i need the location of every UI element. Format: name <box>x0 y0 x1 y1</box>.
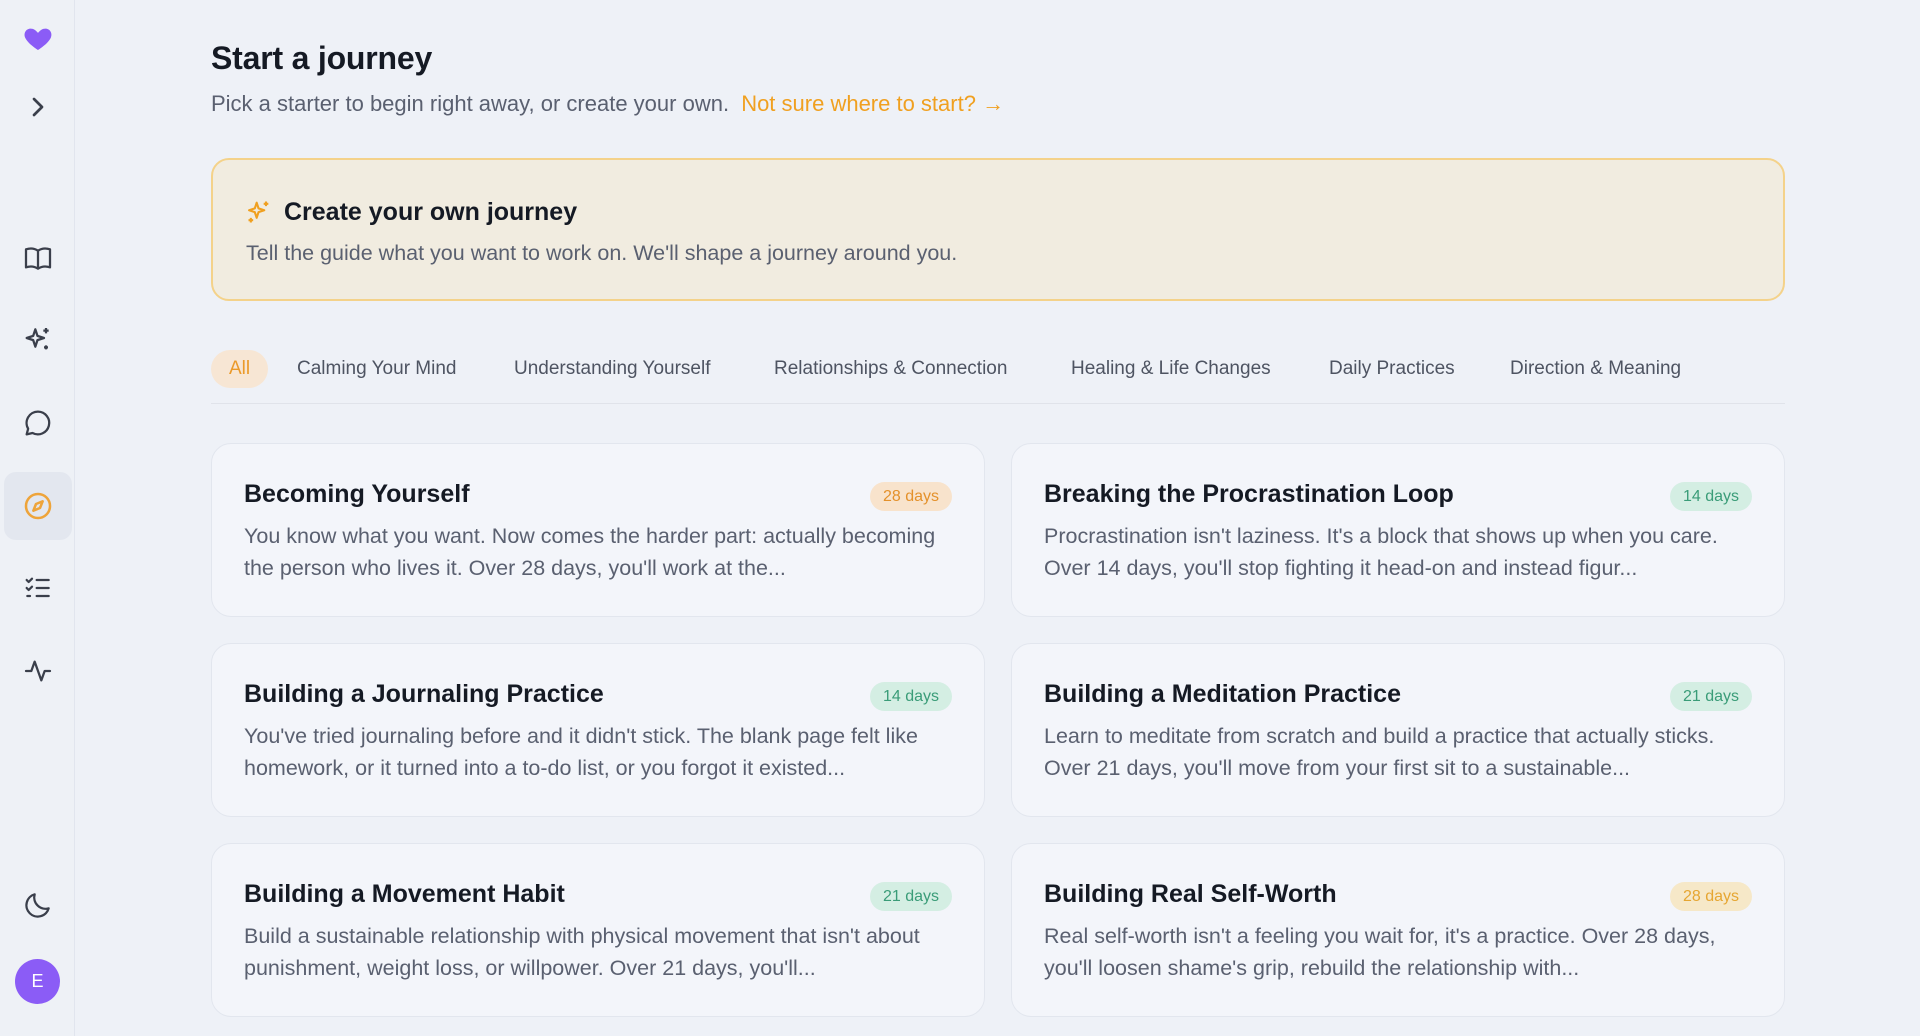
explore-compass-icon[interactable] <box>4 472 72 540</box>
sparkles-icon <box>248 201 269 223</box>
create-own-journey-card[interactable]: Create your own journey Tell the guide w… <box>211 158 1785 301</box>
tab-healing-life-changes[interactable]: Healing & Life Changes <box>1071 350 1271 388</box>
tab-direction-meaning[interactable]: Direction & Meaning <box>1510 350 1681 388</box>
sparkles-icon[interactable] <box>4 306 72 374</box>
tab-calming-your-mind[interactable]: Calming Your Mind <box>297 350 456 388</box>
journey-title: Building a Journaling Practice <box>244 680 604 708</box>
checklist-icon[interactable] <box>4 554 72 622</box>
create-journey-description: Tell the guide what you want to work on.… <box>246 241 958 265</box>
user-avatar[interactable]: E <box>15 959 60 1004</box>
book-open-icon[interactable] <box>4 224 72 292</box>
journey-description: Procrastination isn't laziness. It's a b… <box>1044 524 1718 580</box>
tab-daily-practices[interactable]: Daily Practices <box>1329 350 1455 388</box>
journey-description: You know what you want. Now comes the ha… <box>244 524 936 580</box>
journey-title: Becoming Yourself <box>244 480 470 508</box>
tab-understanding-yourself[interactable]: Understanding Yourself <box>514 350 710 388</box>
chat-bubble-icon[interactable] <box>4 389 72 457</box>
journey-card[interactable]: Building a Journaling Practice 14 days Y… <box>211 643 985 817</box>
activity-pulse-icon[interactable] <box>4 637 72 705</box>
duration-badge: 21 days <box>869 882 952 911</box>
tab-relationships-connection[interactable]: Relationships & Connection <box>774 350 1007 388</box>
journey-title: Building Real Self-Worth <box>1044 880 1337 908</box>
journey-description: Build a sustainable relationship with ph… <box>244 924 920 980</box>
journey-description: Real self-worth isn't a feeling you wait… <box>1044 924 1716 980</box>
journey-title: Building a Meditation Practice <box>1044 680 1401 708</box>
journey-card[interactable]: Breaking the Procrastination Loop 14 day… <box>1011 443 1785 617</box>
duration-badge: 28 days <box>1669 882 1752 911</box>
duration-badge: 14 days <box>869 682 952 711</box>
page-title: Start a journey <box>211 40 433 76</box>
sidebar: E <box>0 0 75 1036</box>
expand-sidebar-chevron-icon[interactable] <box>4 73 72 141</box>
category-tabs: All Calming Your Mind Understanding Your… <box>211 350 1785 404</box>
journey-card[interactable]: Building Real Self-Worth 28 days Real se… <box>1011 843 1785 1017</box>
journey-description: Learn to meditate from scratch and build… <box>1044 724 1715 780</box>
tab-all[interactable]: All <box>211 350 269 388</box>
duration-badge: 14 days <box>1669 482 1752 511</box>
journey-title: Building a Movement Habit <box>244 880 565 908</box>
journey-card[interactable]: Building a Meditation Practice 21 days L… <box>1011 643 1785 817</box>
journey-title: Breaking the Procrastination Loop <box>1044 480 1454 508</box>
subtitle-text: Pick a starter to begin right away, or c… <box>211 91 730 116</box>
moon-theme-icon[interactable] <box>4 871 72 939</box>
page-subtitle: Pick a starter to begin right away, or c… <box>211 91 1004 117</box>
help-link[interactable]: Not sure where to start? → <box>741 91 1004 116</box>
journey-description: You've tried journaling before and it di… <box>244 724 918 780</box>
create-journey-title: Create your own journey <box>284 198 578 226</box>
journey-card[interactable]: Becoming Yourself 28 days You know what … <box>211 443 985 617</box>
duration-badge: 21 days <box>1669 682 1752 711</box>
app-logo-heart-icon[interactable] <box>4 4 72 72</box>
duration-badge: 28 days <box>869 482 952 511</box>
journey-card[interactable]: Building a Movement Habit 21 days Build … <box>211 843 985 1017</box>
